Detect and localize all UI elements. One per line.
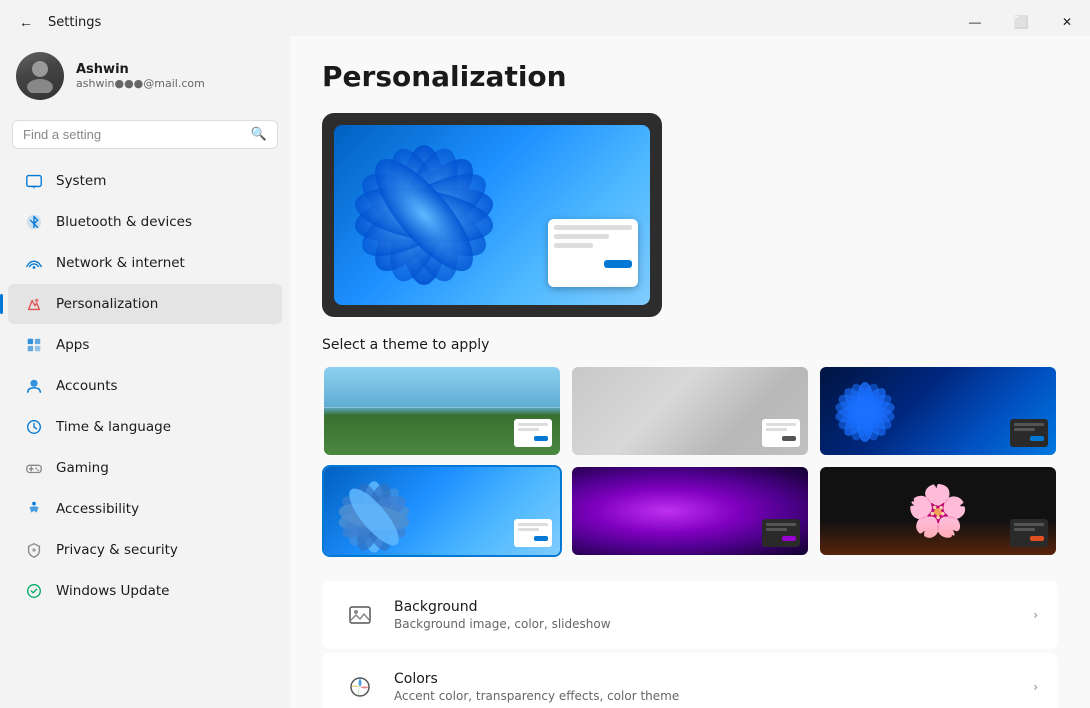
preview-line-2 — [554, 234, 609, 239]
flowers-window — [1010, 519, 1048, 547]
network-icon — [24, 253, 44, 273]
update-icon — [24, 581, 44, 601]
colors-title: Colors — [394, 671, 1017, 687]
theme-gray[interactable] — [570, 365, 810, 457]
window-controls: — ⬜ ✕ — [952, 6, 1090, 38]
background-chevron: › — [1033, 608, 1038, 622]
app-body: Ashwin ashwin●●●@mail.com 🔍 System Blue — [0, 36, 1090, 708]
nav-label-personalization: Personalization — [56, 296, 158, 312]
purple-window — [762, 519, 800, 547]
back-button[interactable]: ← — [12, 8, 40, 36]
search-input[interactable] — [23, 127, 243, 142]
titlebar-left: ← Settings — [0, 8, 101, 36]
nav-apps[interactable]: Apps — [8, 325, 282, 365]
blue-dark-window — [1010, 419, 1048, 447]
nav-time[interactable]: Time & language — [8, 407, 282, 447]
nav-system[interactable]: System — [8, 161, 282, 201]
apps-icon — [24, 335, 44, 355]
titlebar: ← Settings — ⬜ ✕ — [0, 0, 1090, 36]
colors-icon — [342, 669, 378, 705]
win11-window — [514, 519, 552, 547]
search-icon: 🔍 — [251, 127, 267, 142]
background-title: Background — [394, 599, 1017, 615]
bluetooth-icon — [24, 212, 44, 232]
nav-bluetooth[interactable]: Bluetooth & devices — [8, 202, 282, 242]
settings-colors[interactable]: Colors Accent color, transparency effect… — [322, 653, 1058, 708]
sidebar: Ashwin ashwin●●●@mail.com 🔍 System Blue — [0, 36, 290, 708]
system-icon — [24, 171, 44, 191]
nav-label-network: Network & internet — [56, 255, 185, 271]
settings-list: Background Background image, color, slid… — [322, 581, 1058, 708]
nav-label-time: Time & language — [56, 419, 171, 435]
theme-preview — [322, 113, 662, 317]
nav-label-update: Windows Update — [56, 583, 169, 599]
theme-blue-dark[interactable] — [818, 365, 1058, 457]
preview-button — [604, 260, 632, 268]
time-icon — [24, 417, 44, 437]
nav-label-bluetooth: Bluetooth & devices — [56, 214, 192, 230]
colors-text: Colors Accent color, transparency effect… — [394, 671, 1017, 703]
nav-accounts[interactable]: Accounts — [8, 366, 282, 406]
page-title: Personalization — [322, 60, 1058, 93]
nav-update[interactable]: Windows Update — [8, 571, 282, 611]
nav-label-apps: Apps — [56, 337, 89, 353]
landscape-window — [514, 419, 552, 447]
gaming-icon — [24, 458, 44, 478]
colors-chevron: › — [1033, 680, 1038, 694]
nav-gaming[interactable]: Gaming — [8, 448, 282, 488]
close-button[interactable]: ✕ — [1044, 6, 1090, 38]
preview-line-1 — [554, 225, 632, 230]
minimize-button[interactable]: — — [952, 6, 998, 38]
accounts-icon — [24, 376, 44, 396]
theme-purple[interactable] — [570, 465, 810, 557]
nav-label-accessibility: Accessibility — [56, 501, 139, 517]
nav-label-privacy: Privacy & security — [56, 542, 178, 558]
nav-label-gaming: Gaming — [56, 460, 109, 476]
settings-background[interactable]: Background Background image, color, slid… — [322, 581, 1058, 649]
restore-button[interactable]: ⬜ — [998, 6, 1044, 38]
user-name: Ashwin — [76, 62, 205, 77]
nav-privacy[interactable]: Privacy & security — [8, 530, 282, 570]
theme-preview-display — [334, 125, 650, 305]
themes-grid: 🌸 — [322, 365, 1058, 557]
main-content: Personalization — [290, 36, 1090, 708]
background-subtitle: Background image, color, slideshow — [394, 617, 1017, 631]
bloom-decoration — [334, 125, 524, 305]
app-title: Settings — [48, 15, 101, 30]
nav-label-accounts: Accounts — [56, 378, 118, 394]
search-box[interactable]: 🔍 — [12, 120, 278, 149]
background-icon — [342, 597, 378, 633]
user-email: ashwin●●●@mail.com — [76, 77, 205, 90]
preview-line-3 — [554, 243, 593, 248]
accessibility-icon — [24, 499, 44, 519]
nav-personalization[interactable]: Personalization — [8, 284, 282, 324]
colors-subtitle: Accent color, transparency effects, colo… — [394, 689, 1017, 703]
avatar — [16, 52, 64, 100]
avatar-image — [16, 52, 64, 100]
theme-landscape[interactable] — [322, 365, 562, 457]
theme-section-label: Select a theme to apply — [322, 337, 1058, 353]
theme-flowers[interactable]: 🌸 — [818, 465, 1058, 557]
nav-label-system: System — [56, 173, 106, 189]
background-text: Background Background image, color, slid… — [394, 599, 1017, 631]
personalization-icon — [24, 294, 44, 314]
privacy-icon — [24, 540, 44, 560]
nav-network[interactable]: Network & internet — [8, 243, 282, 283]
user-info: Ashwin ashwin●●●@mail.com — [76, 62, 205, 90]
theme-win11[interactable] — [322, 465, 562, 557]
nav-accessibility[interactable]: Accessibility — [8, 489, 282, 529]
preview-window — [548, 219, 638, 287]
user-section: Ashwin ashwin●●●@mail.com — [0, 44, 290, 116]
gray-window — [762, 419, 800, 447]
